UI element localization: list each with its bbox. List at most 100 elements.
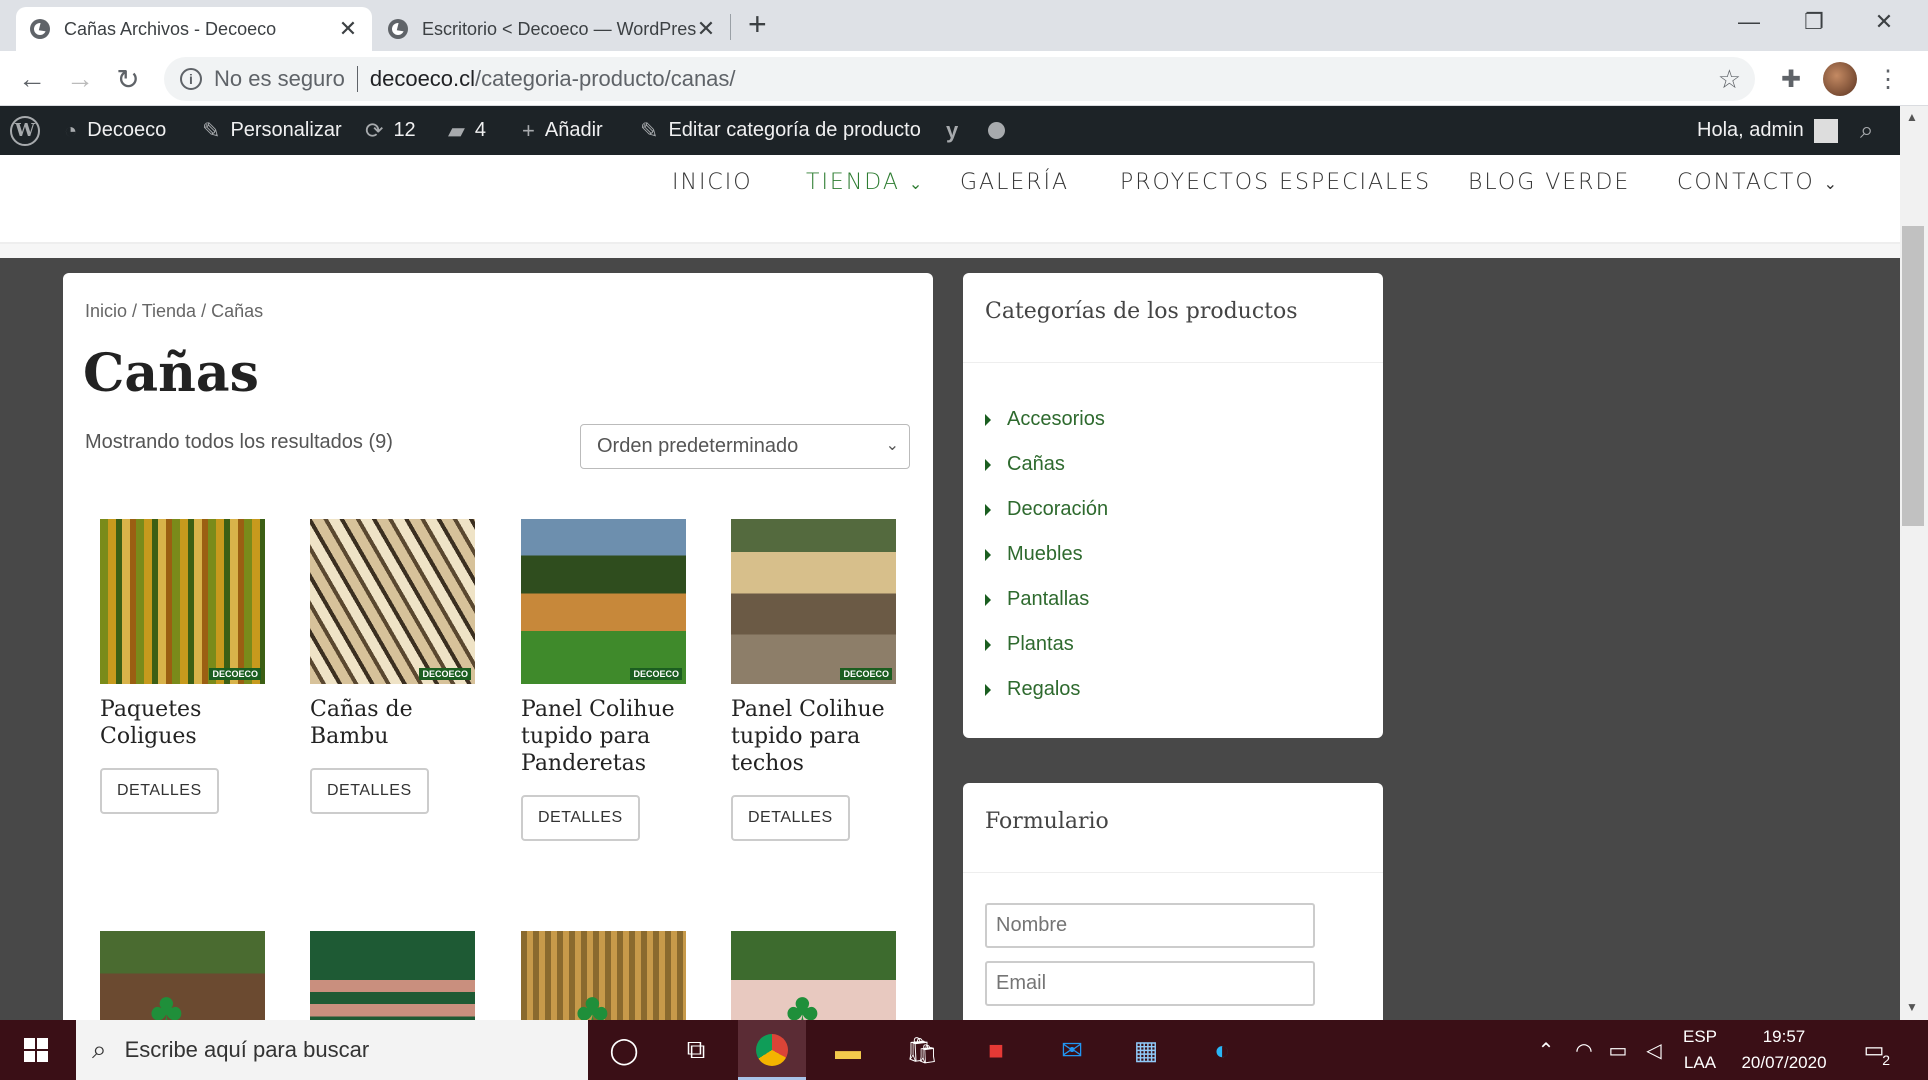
chevron-down-icon: ⌄ bbox=[1823, 174, 1840, 193]
widget-title: Categorías de los productos bbox=[963, 273, 1383, 363]
calculator-icon[interactable]: ▦ bbox=[1128, 1032, 1164, 1068]
product-card: DECOECO Panel Colihue tupido para techos… bbox=[731, 519, 896, 841]
minimize-icon[interactable]: — bbox=[1717, 0, 1781, 44]
category-link[interactable]: Regalos bbox=[985, 678, 1080, 701]
category-link[interactable]: Pantallas bbox=[985, 588, 1089, 611]
breadcrumb[interactable]: Inicio / Tienda / Cañas bbox=[85, 301, 263, 322]
category-label: Cañas bbox=[1007, 453, 1065, 475]
taskbar: ⌕ Escribe aquí para buscar ◯ ⧉ ▬ 🛍 ■ ✉ ▦ … bbox=[0, 1020, 1928, 1080]
chrome-taskbar-button[interactable] bbox=[738, 1020, 806, 1080]
category-link[interactable]: Accesorios bbox=[985, 408, 1105, 431]
scroll-down-icon[interactable]: ▼ bbox=[1906, 1000, 1918, 1014]
menu-icon[interactable]: ⋮ bbox=[1870, 61, 1906, 97]
category-link[interactable]: Cañas bbox=[985, 453, 1065, 476]
address-bar[interactable]: i No es seguro decoeco.cl /categoria-pro… bbox=[164, 57, 1755, 101]
site-name-link[interactable]: ◔ Decoeco bbox=[64, 106, 166, 155]
comments-link[interactable]: ▰ 4 bbox=[448, 106, 486, 155]
yoast-icon[interactable]: y bbox=[946, 106, 958, 155]
tab-bar: Cañas Archivos - Decoeco ✕ Escritorio < … bbox=[0, 0, 1928, 51]
brand-badge: DECOECO bbox=[840, 668, 892, 680]
customize-link[interactable]: ✎ Personalizar bbox=[202, 106, 342, 155]
menu-item-tienda[interactable]: TIENDA ⌄ bbox=[806, 170, 924, 195]
header-shadow bbox=[0, 244, 1900, 258]
tab-title: Cañas Archivos - Decoeco bbox=[64, 18, 277, 39]
star-icon[interactable]: ☆ bbox=[1718, 64, 1741, 95]
new-content-link[interactable]: + Añadir bbox=[522, 106, 603, 155]
scroll-up-icon[interactable]: ▲ bbox=[1906, 110, 1918, 124]
orderby-select[interactable]: Orden predeterminado ⌄ bbox=[580, 424, 910, 469]
forward-icon[interactable]: → bbox=[62, 61, 98, 97]
tab-escritorio[interactable]: Escritorio < Decoeco — WordPress ✕ bbox=[374, 7, 730, 51]
windows-start-icon[interactable] bbox=[18, 1032, 54, 1068]
product-name[interactable]: Panel Colihue tupido para techos bbox=[731, 696, 896, 777]
product-name[interactable]: Paquetes Coligues bbox=[100, 696, 265, 750]
back-icon[interactable]: ← bbox=[14, 61, 50, 97]
globe-icon bbox=[30, 19, 50, 39]
updates-link[interactable]: ⟳ 12 bbox=[365, 106, 416, 155]
taskbar-search[interactable]: ⌕ Escribe aquí para buscar bbox=[76, 1020, 588, 1080]
widget-title: Formulario bbox=[963, 783, 1383, 873]
mail-icon[interactable]: ✉ bbox=[1054, 1032, 1090, 1068]
category-label: Decoración bbox=[1007, 498, 1109, 520]
clock-date: 20/07/2020 bbox=[1741, 1053, 1827, 1072]
email-field[interactable] bbox=[985, 961, 1315, 1006]
product-image[interactable]: DECOECO bbox=[521, 519, 686, 684]
edge-icon[interactable]: ◐ bbox=[1204, 1032, 1240, 1068]
clock[interactable]: 19:57 20/07/2020 bbox=[1732, 1024, 1836, 1076]
product-image[interactable]: DECOECO bbox=[100, 519, 265, 684]
cortana-icon[interactable]: ◯ bbox=[606, 1032, 642, 1068]
search-icon[interactable]: ⌕ bbox=[1860, 106, 1873, 155]
tab-canas-archivos[interactable]: Cañas Archivos - Decoeco ✕ bbox=[16, 7, 372, 51]
notification-count: 2 bbox=[1882, 1052, 1890, 1068]
customize-label: Personalizar bbox=[230, 119, 342, 141]
product-name[interactable]: Panel Colihue tupido para Panderetas bbox=[521, 696, 686, 777]
language-indicator[interactable]: ESP LAA bbox=[1680, 1024, 1720, 1076]
site-name: Decoeco bbox=[87, 119, 167, 141]
wordpress-icon[interactable]: W bbox=[10, 106, 40, 155]
wifi-icon[interactable]: ◠ bbox=[1566, 1032, 1602, 1068]
security-label[interactable]: No es seguro bbox=[214, 66, 345, 92]
product-image[interactable]: DECOECO bbox=[731, 519, 896, 684]
details-button[interactable]: DETALLES bbox=[100, 768, 219, 814]
edit-category-link[interactable]: ✎ Editar categoría de producto bbox=[640, 106, 921, 155]
menu-item-galeria[interactable]: GALERÍA bbox=[960, 170, 1069, 195]
menu-item-inicio[interactable]: INICIO bbox=[672, 170, 753, 195]
new-tab-button[interactable]: + bbox=[748, 6, 767, 43]
menu-item-blog[interactable]: BLOG VERDE bbox=[1468, 170, 1630, 195]
battery-icon[interactable]: ▭ bbox=[1600, 1032, 1636, 1068]
close-icon[interactable]: ✕ bbox=[338, 16, 358, 42]
gift-icon[interactable]: ■ bbox=[978, 1032, 1014, 1068]
extensions-icon[interactable]: ✚ bbox=[1773, 61, 1809, 97]
window-close-icon[interactable]: ✕ bbox=[1852, 0, 1916, 44]
details-button[interactable]: DETALLES bbox=[310, 768, 429, 814]
details-button[interactable]: DETALLES bbox=[731, 795, 850, 841]
tray-chevron-icon[interactable]: ⌃ bbox=[1528, 1032, 1564, 1068]
details-button[interactable]: DETALLES bbox=[521, 795, 640, 841]
category-link[interactable]: Plantas bbox=[985, 633, 1074, 656]
user-avatar-icon bbox=[1813, 118, 1838, 143]
menu-item-label: CONTACTO bbox=[1677, 170, 1815, 195]
search-icon: ⌕ bbox=[92, 1034, 107, 1064]
brand-badge: DECOECO bbox=[419, 668, 471, 680]
name-field[interactable] bbox=[985, 903, 1315, 948]
file-explorer-icon[interactable]: ▬ bbox=[830, 1032, 866, 1068]
close-icon[interactable]: ✕ bbox=[696, 16, 716, 42]
info-icon[interactable]: i bbox=[180, 68, 202, 90]
account-link[interactable]: Hola, admin bbox=[1697, 106, 1838, 155]
product-image[interactable]: DECOECO bbox=[310, 519, 475, 684]
product-name[interactable]: Cañas de Bambu bbox=[310, 696, 475, 750]
scrollbar-thumb[interactable] bbox=[1902, 226, 1924, 526]
caret-right-icon bbox=[985, 638, 991, 651]
menu-item-contacto[interactable]: CONTACTO ⌄ bbox=[1677, 170, 1839, 195]
reload-icon[interactable]: ↻ bbox=[110, 61, 146, 97]
tab-title: Escritorio < Decoeco — WordPress bbox=[422, 18, 696, 39]
restore-icon[interactable]: ❐ bbox=[1782, 0, 1846, 44]
notifications-icon[interactable]: ▭ 2 bbox=[1856, 1032, 1892, 1068]
task-view-icon[interactable]: ⧉ bbox=[678, 1032, 714, 1068]
category-link[interactable]: Muebles bbox=[985, 543, 1083, 566]
category-link[interactable]: Decoración bbox=[985, 498, 1108, 521]
volume-icon[interactable]: ◁ bbox=[1636, 1032, 1672, 1068]
menu-item-proyectos[interactable]: PROYECTOS ESPECIALES bbox=[1120, 170, 1431, 195]
profile-avatar[interactable] bbox=[1823, 62, 1857, 96]
store-icon[interactable]: 🛍 bbox=[904, 1032, 940, 1068]
